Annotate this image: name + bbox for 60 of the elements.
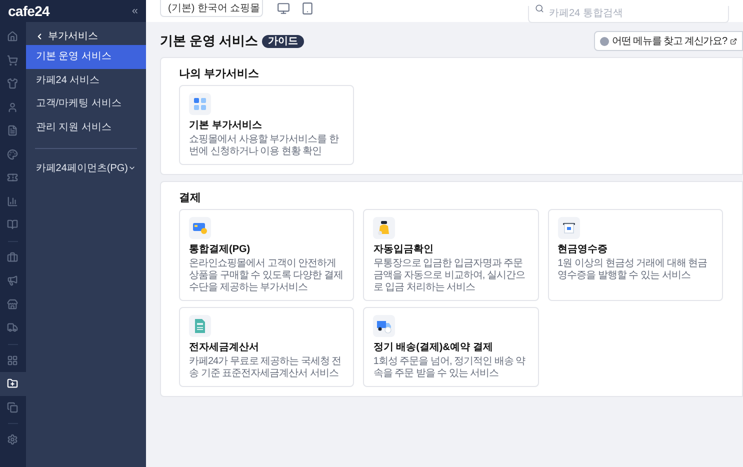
settings-icon	[7, 434, 18, 446]
back-link[interactable]: 부가서비스	[26, 28, 146, 45]
service-card[interactable]: 자동입금확인 무통장으로 입금한 입금자명과 주문금액을 자동으로 비교하여, 실시간으로 입금 처리하는 서비스	[363, 209, 539, 301]
search-field[interactable]: 카페24 통합검색	[528, 6, 729, 22]
logo: cafe24	[8, 4, 50, 18]
search-icon	[535, 4, 544, 13]
submenu-item[interactable]: 관리 지원 서비스	[26, 116, 146, 139]
card-description: 온라인쇼핑몰에서 고객이 안전하게 상품을 구매할 수 있도록 다양한 결제 수단을 제공하는 부가서비스	[189, 258, 344, 294]
store-icon	[7, 298, 18, 310]
submenu-item[interactable]: 고객/마케팅 서비스	[26, 92, 146, 116]
submenu-item[interactable]: 카페24 서비스	[26, 68, 146, 92]
card-title: 전자세금계산서	[189, 341, 260, 354]
page-title: 기본 운영 서비스	[160, 32, 258, 50]
card-title: 자동입금확인	[373, 243, 434, 256]
palette-icon	[7, 148, 18, 160]
shirt-icon	[7, 78, 18, 90]
monitor-icon[interactable]	[277, 2, 290, 15]
card-title: 정기 배송(결제)&예약 결제	[373, 341, 494, 354]
guide-badge[interactable]: 가이드	[262, 34, 304, 48]
section-title: 결제	[179, 191, 202, 205]
shop-select[interactable]: (기본) 한국어 쇼핑몰	[160, 0, 263, 17]
home-icon	[7, 31, 18, 42]
tablet-icon[interactable]	[301, 2, 314, 15]
receipt-icon	[560, 220, 577, 236]
section-title: 나의 부가서비스	[179, 67, 260, 81]
collapse-button[interactable]: «	[132, 6, 138, 16]
card-description: 쇼핑몰에서 사용할 부가서비스를 한 번에 신청하거나 이용 현황 확인	[189, 134, 340, 158]
bar-chart-icon	[7, 196, 18, 207]
credit-card-icon	[192, 220, 208, 236]
user-icon	[7, 102, 18, 113]
document-icon	[192, 318, 208, 334]
truck-icon	[7, 322, 18, 334]
service-card[interactable]: 기본 부가서비스 쇼핑몰에서 사용할 부가서비스를 한 번에 신청하거나 이용 현황 확인	[179, 85, 354, 165]
book-icon	[7, 219, 18, 230]
rail-item[interactable]	[0, 372, 26, 396]
card-description: 1회성 주문을 넘어, 정기적인 배송 약속을 주문 받을 수 있는 서비스	[373, 356, 526, 380]
grid-icon	[192, 96, 208, 112]
folder-icon	[7, 378, 18, 390]
card-description: 1원 이상의 현금성 거래에 대해 현금영수증을 발행할 수 있는 서비스	[558, 258, 708, 282]
card-title: 현금영수증	[558, 243, 609, 256]
cart-icon	[7, 54, 18, 66]
service-card[interactable]: 정기 배송(결제)&예약 결제 1회성 주문을 넘어, 정기적인 배송 약속을 주문 받을 수 있는 서비스	[363, 307, 539, 387]
ticket-icon	[7, 172, 18, 184]
service-card[interactable]: 현금영수증 1원 이상의 현금성 거래에 대해 현금영수증을 발행할 수 있는 서비스	[548, 209, 723, 301]
external-link-icon	[730, 38, 737, 44]
document-icon	[7, 125, 18, 136]
card-description: 카페24가 무료로 제공하는 국세청 전송 기준 표준전자세금계산서 서비스	[189, 356, 342, 380]
service-card[interactable]: 전자세금계산서 카페24가 무료로 제공하는 국세청 전송 기준 표준전자세금계산서 서비스	[179, 307, 354, 387]
submenu-item[interactable]: 카페24페이먼츠(PG)	[26, 158, 146, 178]
copy-icon	[7, 402, 18, 413]
grid-icon	[7, 354, 18, 366]
card-title: 기본 부가서비스	[189, 119, 263, 132]
megaphone-icon	[7, 275, 18, 286]
submenu-item[interactable]: 기본 운영 서비스	[26, 45, 146, 68]
briefcase-icon	[7, 252, 18, 263]
truck-icon	[376, 318, 392, 334]
card-description: 무통장으로 입금한 입금자명과 주문금액을 자동으로 비교하여, 실시간으로 입금 처리하는 서비스	[373, 258, 526, 294]
service-card[interactable]: 통합결제(PG) 온라인쇼핑몰에서 고객이 안전하게 상품을 구매할 수 있도록 다양한 결제 수단을 제공하는 부가서비스	[179, 209, 354, 301]
help-button[interactable]: 어떤 메뉴를 찾고 계신가요?	[594, 31, 743, 51]
card-title: 통합결제(PG)	[189, 243, 252, 256]
